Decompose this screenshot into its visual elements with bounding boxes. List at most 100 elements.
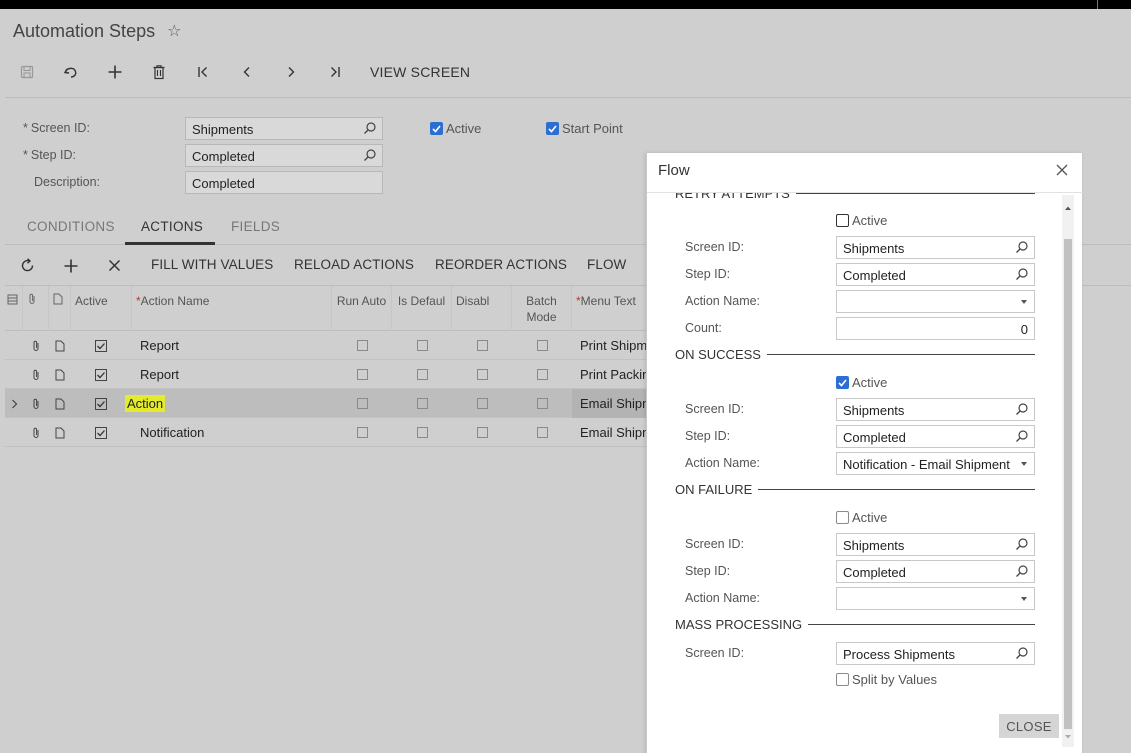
- checkbox-checked-icon[interactable]: [430, 122, 443, 135]
- mass-screen-id-input[interactable]: Process Shipments: [836, 642, 1035, 665]
- success-step-id-input[interactable]: Completed: [836, 425, 1035, 448]
- checkbox-checked-icon[interactable]: [546, 122, 559, 135]
- delete-row-icon[interactable]: [108, 259, 121, 275]
- start-point-checkbox[interactable]: Start Point: [546, 121, 623, 136]
- row-is-default-checkbox[interactable]: [392, 389, 452, 418]
- fill-with-values-button[interactable]: FILL WITH VALUES: [151, 257, 273, 272]
- next-record-icon[interactable]: [280, 61, 302, 83]
- column-menu-text[interactable]: *Menu Text: [572, 286, 650, 331]
- search-icon[interactable]: [1015, 267, 1029, 284]
- attachment-icon[interactable]: [23, 418, 49, 447]
- row-batch-mode-checkbox[interactable]: [512, 418, 572, 447]
- search-icon[interactable]: [1015, 240, 1029, 257]
- search-icon[interactable]: [363, 121, 377, 138]
- favorite-star-icon[interactable]: ☆: [167, 21, 181, 41]
- row-run-auto-checkbox[interactable]: [332, 360, 392, 389]
- row-active-checkbox[interactable]: [95, 418, 115, 447]
- row-run-auto-checkbox[interactable]: [332, 389, 392, 418]
- retry-count-input[interactable]: 0: [836, 317, 1035, 340]
- row-active-checkbox[interactable]: [95, 331, 115, 360]
- description-input[interactable]: Completed: [185, 171, 383, 194]
- save-icon[interactable]: [16, 61, 38, 83]
- row-disabled-checkbox[interactable]: [452, 360, 512, 389]
- note-icon[interactable]: [49, 360, 71, 389]
- reload-actions-button[interactable]: RELOAD ACTIONS: [294, 257, 414, 272]
- column-action-name[interactable]: *Action Name: [132, 286, 332, 331]
- flow-button[interactable]: FLOW: [587, 257, 626, 272]
- tab-fields[interactable]: FIELDS: [231, 219, 280, 234]
- success-action-name-select[interactable]: Notification - Email Shipment: [836, 452, 1035, 475]
- checkbox-unchecked-icon[interactable]: [836, 673, 849, 686]
- chevron-down-icon[interactable]: [1021, 300, 1027, 304]
- table-row[interactable]: Report Print Shipm: [5, 331, 650, 360]
- delete-icon[interactable]: [148, 61, 170, 83]
- search-icon[interactable]: [1015, 402, 1029, 419]
- row-disabled-checkbox[interactable]: [452, 389, 512, 418]
- attachment-icon[interactable]: [23, 331, 49, 360]
- search-icon[interactable]: [1015, 537, 1029, 554]
- dialog-scrollbar[interactable]: [1062, 195, 1074, 747]
- chevron-down-icon[interactable]: [1021, 462, 1027, 466]
- row-active-checkbox[interactable]: [95, 389, 115, 418]
- note-icon[interactable]: [49, 418, 71, 447]
- add-icon[interactable]: [104, 61, 126, 83]
- retry-action-name-select[interactable]: [836, 290, 1035, 313]
- checkbox-checked-icon[interactable]: [836, 376, 849, 389]
- search-icon[interactable]: [1015, 429, 1029, 446]
- step-id-input[interactable]: Completed: [185, 144, 383, 167]
- row-is-default-checkbox[interactable]: [392, 331, 452, 360]
- refresh-icon[interactable]: [20, 258, 35, 276]
- close-button[interactable]: CLOSE: [999, 714, 1059, 738]
- search-icon[interactable]: [1015, 646, 1029, 663]
- row-disabled-checkbox[interactable]: [452, 331, 512, 360]
- last-record-icon[interactable]: [324, 61, 346, 83]
- failure-active-checkbox[interactable]: Active: [836, 510, 887, 525]
- row-action-name[interactable]: Action: [125, 389, 330, 418]
- row-batch-mode-checkbox[interactable]: [512, 360, 572, 389]
- row-run-auto-checkbox[interactable]: [332, 418, 392, 447]
- screen-id-input[interactable]: Shipments: [185, 117, 383, 140]
- search-icon[interactable]: [1015, 564, 1029, 581]
- success-active-checkbox[interactable]: Active: [836, 375, 887, 390]
- failure-step-id-input[interactable]: Completed: [836, 560, 1035, 583]
- retry-active-checkbox[interactable]: Active: [836, 213, 887, 228]
- reorder-actions-button[interactable]: REORDER ACTIONS: [435, 257, 567, 272]
- active-checkbox[interactable]: Active: [430, 121, 481, 136]
- column-settings-icon[interactable]: [5, 286, 23, 331]
- scrollbar-thumb[interactable]: [1064, 239, 1072, 729]
- row-is-default-checkbox[interactable]: [392, 360, 452, 389]
- failure-action-name-select[interactable]: [836, 587, 1035, 610]
- first-record-icon[interactable]: [192, 61, 214, 83]
- tab-actions[interactable]: ACTIONS: [141, 219, 203, 234]
- column-is-default[interactable]: Is Defaul: [392, 286, 452, 331]
- checkbox-unchecked-icon[interactable]: [836, 511, 849, 524]
- table-row[interactable]: Notification Email Shipm: [5, 418, 650, 447]
- attachment-icon[interactable]: [23, 360, 49, 389]
- attachment-icon[interactable]: [23, 389, 49, 418]
- column-batch-mode[interactable]: Batch Mode: [512, 286, 572, 331]
- row-batch-mode-checkbox[interactable]: [512, 389, 572, 418]
- view-screen-button[interactable]: VIEW SCREEN: [370, 61, 470, 83]
- failure-screen-id-input[interactable]: Shipments: [836, 533, 1035, 556]
- note-icon[interactable]: [49, 331, 71, 360]
- tab-conditions[interactable]: CONDITIONS: [27, 219, 115, 234]
- row-menu-text[interactable]: Email Shipm: [572, 389, 650, 418]
- chevron-down-icon[interactable]: [1021, 597, 1027, 601]
- row-active-checkbox[interactable]: [95, 360, 115, 389]
- retry-screen-id-input[interactable]: Shipments: [836, 236, 1035, 259]
- row-disabled-checkbox[interactable]: [452, 418, 512, 447]
- scroll-up-icon[interactable]: [1064, 199, 1072, 214]
- column-run-auto[interactable]: Run Auto: [332, 286, 392, 331]
- previous-record-icon[interactable]: [236, 61, 258, 83]
- row-run-auto-checkbox[interactable]: [332, 331, 392, 360]
- close-icon[interactable]: [1055, 163, 1069, 180]
- row-is-default-checkbox[interactable]: [392, 418, 452, 447]
- success-screen-id-input[interactable]: Shipments: [836, 398, 1035, 421]
- add-row-icon[interactable]: [63, 258, 79, 277]
- table-row[interactable]: Report Print Packin: [5, 360, 650, 389]
- checkbox-unchecked-icon[interactable]: [836, 214, 849, 227]
- row-batch-mode-checkbox[interactable]: [512, 331, 572, 360]
- retry-step-id-input[interactable]: Completed: [836, 263, 1035, 286]
- note-icon[interactable]: [49, 389, 71, 418]
- search-icon[interactable]: [363, 148, 377, 165]
